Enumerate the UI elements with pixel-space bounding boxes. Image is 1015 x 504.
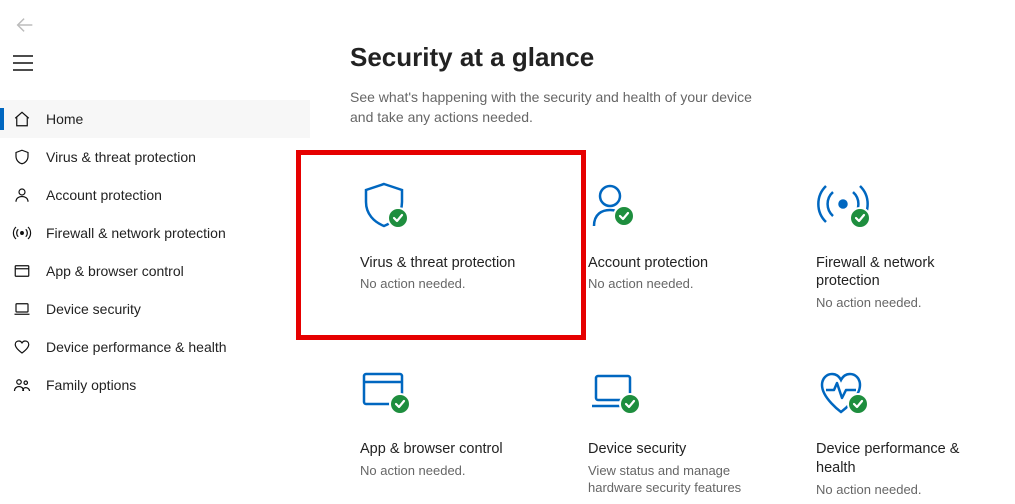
shield-icon [12,148,32,166]
nav-item-virus-threat[interactable]: Virus & threat protection [0,138,310,176]
nav-item-label: Home [46,111,83,127]
card-title: App & browser control [360,440,542,459]
page-title: Security at a glance [350,42,1006,73]
nav-item-home[interactable]: Home [0,100,310,138]
laptop-icon [12,300,32,318]
hamburger-menu-button[interactable] [0,36,310,72]
card-status: No action needed. [360,276,542,293]
nav-item-label: Device performance & health [46,339,227,355]
nav-item-family-options[interactable]: Family options [0,366,310,404]
nav-item-device-health[interactable]: Device performance & health [0,328,310,366]
card-title: Device performance & health [816,440,998,478]
nav-item-label: App & browser control [46,263,184,279]
card-status: No action needed. [816,295,998,312]
window-icon [360,368,542,418]
card-title: Account protection [588,254,770,273]
heart-icon [12,338,32,356]
security-cards-grid: Virus & threat protection No action need… [350,164,1006,504]
nav-item-label: Virus & threat protection [46,149,196,165]
card-app-browser[interactable]: App & browser control No action needed. [350,350,550,504]
sidebar: Home Virus & threat protection Account p… [0,0,310,504]
windows-security-window: Home Virus & threat protection Account p… [0,0,1015,504]
card-status: No action needed. [588,276,770,293]
main-content: Security at a glance See what's happenin… [310,0,1015,504]
nav-item-account-protection[interactable]: Account protection [0,176,310,214]
nav-item-label: Account protection [46,187,162,203]
shield-icon [360,182,542,232]
card-account-protection[interactable]: Account protection No action needed. [578,164,778,323]
person-icon [588,182,770,232]
card-title: Firewall & network protection [816,254,998,292]
person-icon [12,186,32,204]
card-firewall[interactable]: Firewall & network protection No action … [806,164,1006,323]
card-title: Device security [588,440,770,459]
heart-pulse-icon [816,368,998,418]
nav-item-label: Firewall & network protection [46,225,226,241]
nav-item-device-security[interactable]: Device security [0,290,310,328]
nav-item-firewall[interactable]: Firewall & network protection [0,214,310,252]
family-icon [12,376,32,394]
card-title: Virus & threat protection [360,254,542,273]
laptop-icon [588,368,770,418]
card-device-health[interactable]: Device performance & health No action ne… [806,350,1006,504]
card-virus-threat[interactable]: Virus & threat protection No action need… [350,164,550,323]
card-device-security[interactable]: Device security View status and manage h… [578,350,778,504]
back-button[interactable] [0,10,310,36]
card-status: View status and manage hardware security… [588,463,770,497]
broadcast-icon [12,224,32,242]
window-icon [12,262,32,280]
nav-item-label: Family options [46,377,136,393]
nav-item-label: Device security [46,301,141,317]
nav-item-app-browser[interactable]: App & browser control [0,252,310,290]
card-status: No action needed. [816,482,998,499]
broadcast-icon [816,182,998,232]
home-icon [12,110,32,128]
card-status: No action needed. [360,463,542,480]
nav-list: Home Virus & threat protection Account p… [0,100,310,404]
page-subtitle: See what's happening with the security a… [350,87,770,128]
